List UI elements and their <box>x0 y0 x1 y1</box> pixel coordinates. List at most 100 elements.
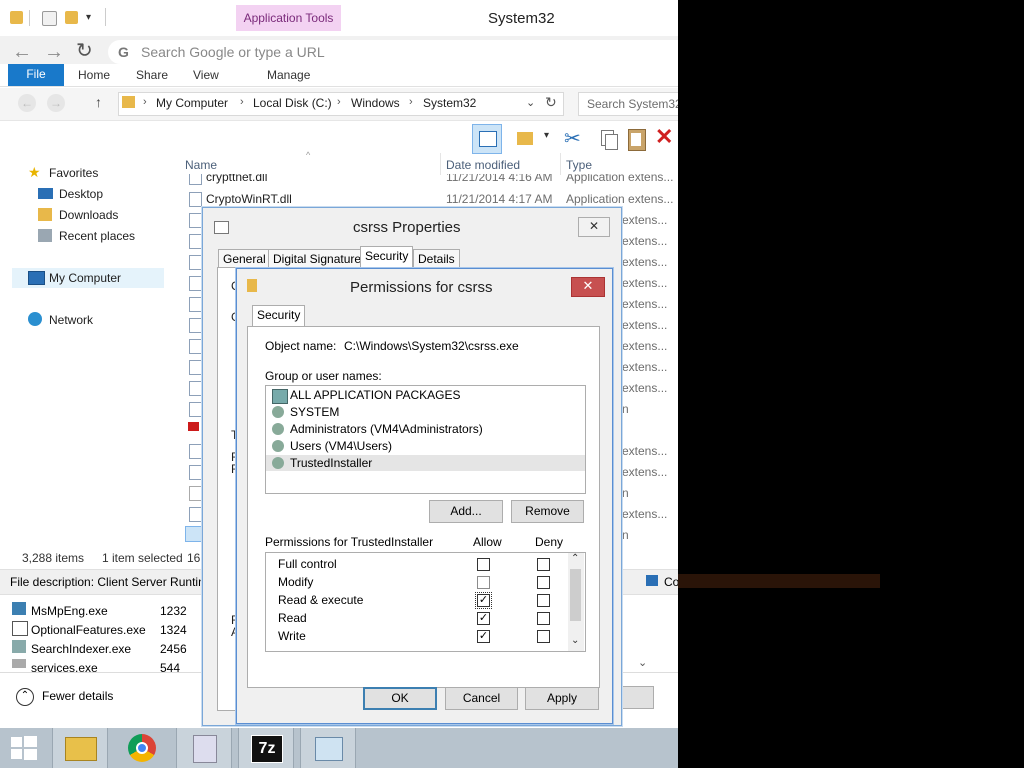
folder-options-button[interactable] <box>512 124 542 154</box>
breadcrumb-system32[interactable]: System32 <box>423 96 476 110</box>
delete-icon[interactable]: ✕ <box>655 124 673 150</box>
column-type[interactable]: Type <box>566 158 592 172</box>
system-properties-taskbar-button[interactable] <box>176 728 232 768</box>
copy-button[interactable] <box>594 124 624 154</box>
7zip-taskbar-button[interactable]: 7z <box>238 728 294 768</box>
column-name[interactable]: Name <box>185 158 217 172</box>
allow-checkbox[interactable]: ✓ <box>477 630 490 643</box>
scroll-down-icon[interactable]: ⌄ <box>638 656 647 669</box>
reload-icon[interactable]: ↻ <box>76 41 93 61</box>
scroll-up-icon[interactable]: ⌃ <box>571 553 579 564</box>
up-button[interactable]: ↑ <box>95 94 102 110</box>
file-type: Application extens... <box>566 174 674 184</box>
cut-icon[interactable]: ✂ <box>564 126 581 151</box>
tab-digital-signatures[interactable]: Digital Signatures <box>268 249 373 268</box>
star-icon: ★ <box>28 164 41 180</box>
deny-checkbox[interactable] <box>537 630 550 643</box>
user-name[interactable]: Administrators (VM4\Administrators) <box>290 422 483 436</box>
fewer-details-link[interactable]: Fewer details <box>42 689 113 703</box>
process-name[interactable]: OptionalFeatures.exe <box>31 623 146 637</box>
new-folder-icon[interactable] <box>65 11 78 24</box>
tab-manage[interactable]: Manage <box>267 68 310 82</box>
user-group-icon <box>272 423 284 435</box>
nav-favorites[interactable]: Favorites <box>49 166 98 180</box>
deny-checkbox[interactable] <box>537 594 550 607</box>
tab-security[interactable]: Security <box>252 305 306 327</box>
user-name[interactable]: SYSTEM <box>290 405 339 419</box>
permission-name: Write <box>278 629 306 643</box>
breadcrumb-my-computer[interactable]: My Computer <box>156 96 228 110</box>
file-date: 11/21/2014 4:16 AM <box>446 174 553 184</box>
breadcrumb-local-disk[interactable]: Local Disk (C:) <box>253 96 332 110</box>
chrome-taskbar-button[interactable] <box>114 728 168 768</box>
tab-details[interactable]: Details <box>413 249 460 268</box>
allow-checkbox[interactable]: ✓ <box>475 592 492 609</box>
qat-dropdown-icon[interactable]: ▾ <box>86 12 91 23</box>
nav-network[interactable]: Network <box>49 313 93 327</box>
process-name[interactable]: SearchIndexer.exe <box>31 642 131 656</box>
chevron-down-icon[interactable]: ▾ <box>544 130 549 141</box>
column-date-modified[interactable]: Date modified <box>446 158 520 172</box>
permissions-scrollbar[interactable]: ⌃ ⌄ <box>568 553 584 651</box>
selected-file-icon <box>185 526 203 542</box>
dll-file-icon <box>189 318 202 333</box>
collapse-icon[interactable]: ⌃ <box>16 688 34 706</box>
scrollbar-thumb[interactable] <box>570 569 581 621</box>
tab-security[interactable]: Security <box>360 246 414 268</box>
file-icon <box>189 486 202 501</box>
column-divider[interactable] <box>560 153 561 175</box>
back-button[interactable]: ← <box>18 94 36 112</box>
nav-desktop[interactable]: Desktop <box>59 187 103 201</box>
table-row[interactable]: crypttnet.dll 11/21/2014 4:16 AM Applica… <box>180 174 678 186</box>
deny-column-header: Deny <box>535 535 564 549</box>
close-button[interactable]: ✕ <box>578 217 610 237</box>
scroll-down-icon[interactable]: ⌄ <box>571 635 579 646</box>
tab-general[interactable]: General <box>218 249 271 268</box>
nav-recent-places[interactable]: Recent places <box>59 229 135 243</box>
task-manager-taskbar-button[interactable] <box>300 728 356 768</box>
deny-checkbox[interactable] <box>537 576 550 589</box>
file-name: crypttnet.dll <box>206 174 268 184</box>
process-name[interactable]: MsMpEng.exe <box>31 604 108 618</box>
allow-checkbox[interactable]: ✓ <box>477 612 490 625</box>
paste-button[interactable] <box>622 124 652 154</box>
allow-checkbox[interactable] <box>477 576 490 589</box>
cancel-button[interactable]: Cancel <box>445 687 518 710</box>
list-item[interactable] <box>270 388 288 404</box>
address-dropdown-icon[interactable]: ⌄ <box>526 96 535 109</box>
tab-view[interactable]: View <box>193 68 219 82</box>
nav-my-computer[interactable]: My Computer <box>49 271 121 285</box>
apply-button[interactable]: Apply <box>525 687 599 710</box>
ok-button[interactable]: OK <box>363 687 437 710</box>
tab-share[interactable]: Share <box>136 68 168 82</box>
search-input[interactable]: Search System32 <box>578 92 678 116</box>
deny-checkbox[interactable] <box>537 612 550 625</box>
user-name[interactable]: TrustedInstaller <box>290 456 372 470</box>
preview-pane-button[interactable] <box>472 124 502 154</box>
remove-button[interactable]: Remove <box>511 500 584 523</box>
browser-search-bar[interactable]: G Search Google or type a URL <box>108 40 678 64</box>
forward-arrow-icon[interactable]: → <box>44 42 64 62</box>
users-listbox[interactable]: ALL APPLICATION PACKAGES SYSTEM Administ… <box>265 385 586 494</box>
file-explorer-taskbar-button[interactable] <box>52 728 108 768</box>
tab-home[interactable]: Home <box>78 68 110 82</box>
breadcrumb-windows[interactable]: Windows <box>351 96 400 110</box>
7zip-icon: 7z <box>251 735 283 763</box>
column-divider[interactable] <box>440 153 441 175</box>
user-name[interactable]: ALL APPLICATION PACKAGES <box>290 388 461 402</box>
start-button[interactable] <box>0 728 54 768</box>
user-name[interactable]: Users (VM4\Users) <box>290 439 392 453</box>
back-arrow-icon[interactable]: ← <box>12 42 32 62</box>
refresh-icon[interactable]: ↻ <box>545 94 557 111</box>
close-button[interactable]: ✕ <box>571 277 605 297</box>
file-tab[interactable]: File <box>8 64 64 86</box>
add-button[interactable]: Add... <box>429 500 503 523</box>
allow-checkbox[interactable] <box>477 558 490 571</box>
file-type-fragment: extens... <box>622 213 668 227</box>
deny-checkbox[interactable] <box>537 558 550 571</box>
forward-button[interactable]: → <box>47 94 65 112</box>
permissions-list: Full control Modify Read & execute ✓ Rea… <box>265 552 586 652</box>
properties-icon[interactable] <box>42 11 57 26</box>
nav-downloads[interactable]: Downloads <box>59 208 118 222</box>
table-row[interactable]: CryptoWinRT.dll 11/21/2014 4:17 AM Appli… <box>180 189 678 209</box>
